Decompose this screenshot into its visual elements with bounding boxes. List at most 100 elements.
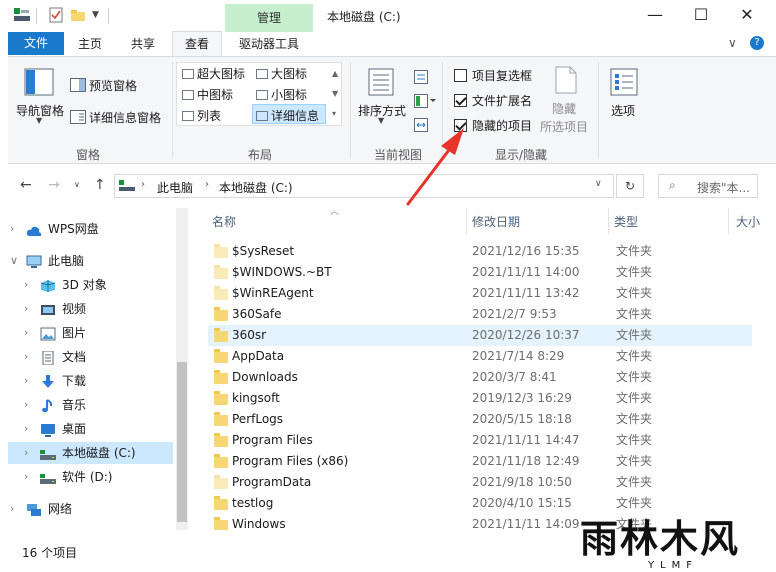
- tab-share[interactable]: 共享: [122, 32, 164, 56]
- file-type: 文件夹: [616, 349, 653, 363]
- navigation-pane-icon: [24, 68, 54, 96]
- watermark-logo: 雨林木风 YLMF: [574, 514, 774, 571]
- new-folder-icon[interactable]: [70, 7, 86, 23]
- close-button[interactable]: ✕: [724, 0, 770, 32]
- file-extensions-label[interactable]: 文件扩展名: [472, 92, 532, 109]
- column-separator[interactable]: [608, 208, 609, 234]
- qa-separator: [108, 8, 109, 24]
- list-icon: [182, 111, 194, 121]
- file-date: 2020/5/15 18:18: [472, 412, 572, 426]
- file-extensions-checkbox[interactable]: [454, 94, 467, 107]
- breadcrumb-drive[interactable]: 本地磁盘 (C:): [219, 179, 293, 196]
- options-button[interactable]: 选项: [604, 66, 644, 124]
- sort-ascending-icon: ︿: [330, 207, 340, 217]
- hide-selected-label-1: 隐藏: [552, 102, 577, 116]
- up-arrow-icon[interactable]: ↑: [94, 177, 106, 193]
- file-name: Downloads: [232, 370, 298, 384]
- tab-drive-tools[interactable]: 驱动器工具: [228, 32, 310, 56]
- dropdown-arrow-icon: ▼: [36, 116, 43, 125]
- group-by-icon[interactable]: [414, 70, 432, 87]
- tab-home[interactable]: 主页: [70, 32, 110, 56]
- folder-icon: [214, 433, 228, 447]
- column-header-type[interactable]: 类型: [614, 212, 638, 234]
- show-hide-group-label: 显示/隐藏: [494, 148, 548, 162]
- dropdown-arrow-icon: ▼: [378, 116, 385, 125]
- file-date: 2020/3/7 8:41: [472, 370, 557, 384]
- search-input[interactable]: ⌕ 搜索"本...: [658, 174, 758, 198]
- file-date: 2019/12/3 16:29: [472, 391, 572, 405]
- details-icon: [256, 111, 268, 121]
- item-checkboxes-checkbox[interactable]: [454, 69, 467, 82]
- folder-icon: [214, 286, 228, 300]
- breadcrumb-this-pc[interactable]: 此电脑: [157, 179, 193, 196]
- file-type: 文件夹: [616, 307, 653, 321]
- recent-locations-icon[interactable]: ∨: [74, 180, 80, 189]
- file-date: 2020/4/10 15:15: [472, 496, 572, 510]
- preview-pane-button[interactable]: 预览窗格: [70, 76, 166, 94]
- layout-xlarge-icons[interactable]: 超大图标: [182, 65, 245, 82]
- details-pane-button[interactable]: 详细信息窗格: [70, 108, 170, 126]
- current-view-group-label: 当前视图: [373, 148, 422, 162]
- column-separator[interactable]: [466, 208, 467, 234]
- maximize-button[interactable]: ☐: [678, 0, 724, 32]
- tab-view[interactable]: 查看: [172, 31, 222, 57]
- hide-selected-label-2: 所选项目: [540, 120, 589, 134]
- tab-file[interactable]: 文件: [8, 32, 64, 55]
- help-icon[interactable]: ?: [750, 36, 764, 50]
- navigation-pane-button[interactable]: 导航窗格 ▼: [14, 66, 64, 125]
- nav-item[interactable]: › WPS网盘: [8, 218, 173, 240]
- options-icon: [610, 68, 638, 96]
- refresh-button[interactable]: ↻: [616, 174, 644, 198]
- small-icons-icon: [256, 90, 268, 100]
- hidden-items-checkbox[interactable]: [454, 119, 467, 132]
- back-arrow-icon[interactable]: ←: [20, 177, 32, 193]
- file-date: 2021/11/11 14:09: [472, 517, 580, 530]
- layout-scroll-icon[interactable]: ▲ ▼ ▾: [332, 64, 338, 124]
- size-columns-icon[interactable]: [414, 118, 432, 135]
- column-header-date[interactable]: 修改日期: [472, 212, 520, 234]
- file-name: testlog: [232, 496, 274, 510]
- column-header-name[interactable]: 名称: [212, 212, 236, 234]
- file-name: 360sr: [232, 328, 267, 342]
- file-type: 文件夹: [616, 412, 653, 426]
- file-date: 2021/11/11 14:47: [472, 433, 580, 447]
- file-name: $WinREAgent: [232, 286, 314, 300]
- folder-icon: [214, 496, 228, 510]
- details-pane-icon: [70, 110, 86, 124]
- hidden-items-label[interactable]: 隐藏的项目: [472, 117, 532, 134]
- explorer-app-icon[interactable]: [14, 8, 30, 22]
- manage-context-tab[interactable]: 管理: [225, 4, 313, 32]
- layout-large-icons[interactable]: 大图标: [256, 65, 307, 82]
- qa-customize-icon[interactable]: ▼: [92, 10, 99, 20]
- folder-icon: [214, 475, 228, 489]
- item-checkboxes-label[interactable]: 项目复选框: [472, 67, 532, 84]
- hide-selected-button[interactable]: 隐藏 所选项目: [538, 66, 594, 134]
- sort-by-button[interactable]: 排序方式 ▼: [356, 66, 410, 125]
- minimize-button[interactable]: —: [632, 0, 678, 32]
- file-name: kingsoft: [232, 391, 280, 405]
- forward-arrow-icon[interactable]: →: [48, 177, 60, 193]
- layout-small-icons[interactable]: 小图标: [256, 86, 307, 103]
- column-header-size[interactable]: 大小: [736, 212, 776, 234]
- ribbon-tabs: [0, 32, 776, 56]
- address-dropdown-icon[interactable]: ∨: [595, 179, 602, 189]
- ribbon-separator: [598, 62, 599, 158]
- file-date: 2020/12/26 10:37: [472, 328, 580, 342]
- layout-medium-icons[interactable]: 中图标: [182, 86, 233, 103]
- address-bar[interactable]: › 此电脑 › 本地磁盘 (C:) ∨: [114, 174, 614, 198]
- column-separator[interactable]: [728, 208, 729, 234]
- chevron-right-icon[interactable]: ›: [10, 218, 14, 240]
- ribbon-separator: [172, 62, 173, 158]
- add-columns-icon[interactable]: [414, 94, 436, 111]
- layout-group-label: 布局: [247, 148, 272, 162]
- file-name: $WINDOWS.~BT: [232, 265, 332, 279]
- collapse-ribbon-icon[interactable]: ∨: [728, 36, 737, 50]
- properties-icon[interactable]: [48, 7, 64, 23]
- hide-selected-icon: [555, 66, 577, 94]
- layout-details[interactable]: 详细信息: [256, 107, 319, 124]
- layout-list[interactable]: 列表: [182, 107, 221, 124]
- folder-icon: [214, 328, 228, 342]
- folder-icon: [214, 265, 228, 279]
- breadcrumb-chevron-icon: ›: [141, 179, 145, 190]
- file-type: 文件夹: [616, 265, 653, 279]
